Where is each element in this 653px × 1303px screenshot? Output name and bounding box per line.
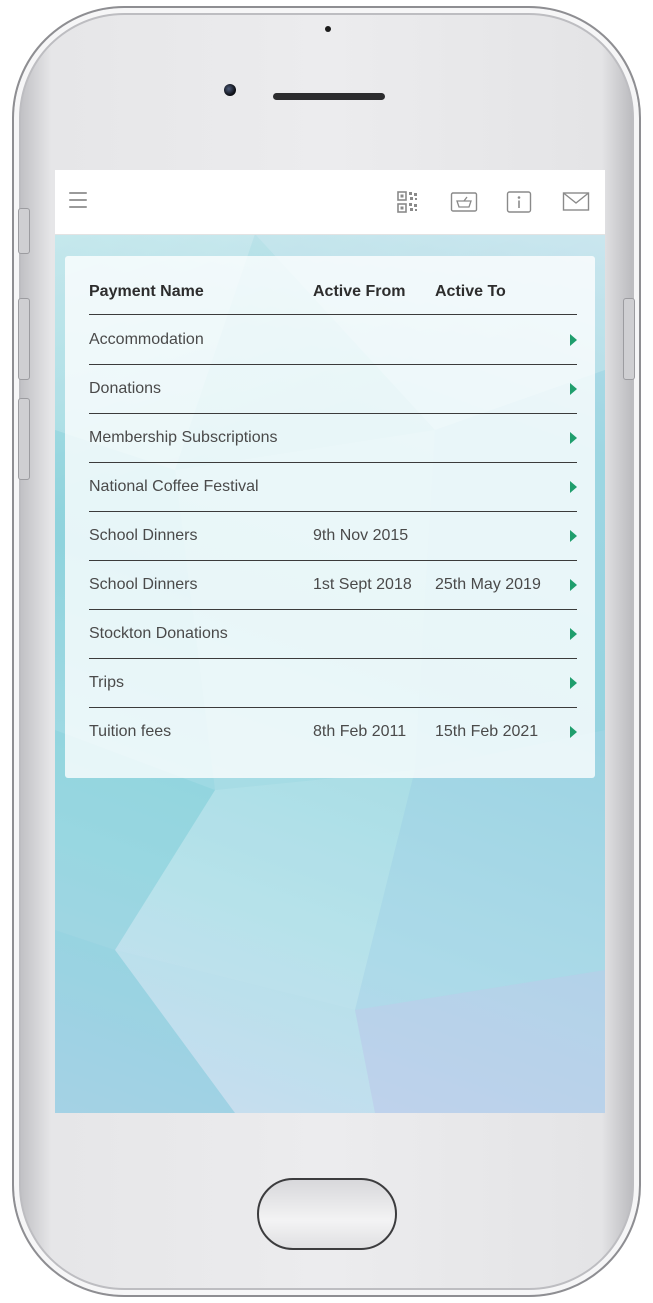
chevron-right-icon[interactable] (570, 383, 577, 395)
payment-name: Trips (89, 674, 124, 691)
payments-card: Payment Name Active From Active To Accom… (65, 256, 595, 778)
active-to: 15th Feb 2021 (435, 723, 539, 740)
payment-name: Stockton Donations (89, 625, 228, 642)
app-screen: Payment Name Active From Active To Accom… (55, 170, 605, 1113)
app-top-bar (55, 170, 605, 235)
table-row[interactable]: Accommodation (89, 316, 577, 365)
proximity-sensor (325, 26, 331, 32)
active-to: 25th May 2019 (435, 576, 541, 593)
active-from: 9th Nov 2015 (313, 527, 409, 544)
chevron-right-icon[interactable] (570, 334, 577, 346)
header-payment-name: Payment Name (89, 283, 204, 300)
active-from: 8th Feb 2011 (313, 723, 407, 740)
basket-icon[interactable] (449, 187, 479, 217)
payment-name: School Dinners (89, 576, 198, 593)
info-icon[interactable] (505, 187, 535, 217)
chevron-right-icon[interactable] (570, 579, 577, 591)
table-row[interactable]: Donations (89, 365, 577, 414)
chevron-right-icon[interactable] (570, 481, 577, 493)
qr-code-icon[interactable] (393, 187, 423, 217)
table-row[interactable]: School Dinners 1st Sept 2018 25th May 20… (89, 561, 577, 610)
home-button[interactable] (257, 1178, 397, 1250)
active-from: 1st Sept 2018 (313, 576, 412, 593)
earpiece-speaker (273, 93, 385, 100)
table-row[interactable]: Trips (89, 659, 577, 708)
chevron-right-icon[interactable] (570, 677, 577, 689)
power-button (623, 298, 635, 380)
table-row[interactable]: National Coffee Festival (89, 463, 577, 512)
payment-name: Donations (89, 380, 162, 397)
table-row[interactable]: Membership Subscriptions (89, 414, 577, 463)
header-active-from: Active From (313, 283, 406, 300)
mail-icon[interactable] (561, 187, 591, 217)
table-header: Payment Name Active From Active To (89, 280, 577, 315)
front-camera (224, 84, 236, 96)
volume-up-button (18, 298, 30, 380)
payment-name: Tuition fees (89, 723, 172, 740)
payment-name: Accommodation (89, 331, 204, 348)
mute-switch (18, 208, 30, 254)
payment-name: Membership Subscriptions (89, 429, 278, 446)
chevron-right-icon[interactable] (570, 628, 577, 640)
table-row[interactable]: Stockton Donations (89, 610, 577, 659)
header-active-to: Active To (435, 283, 506, 300)
hamburger-menu-icon[interactable] (69, 192, 87, 208)
chevron-right-icon[interactable] (570, 432, 577, 444)
chevron-right-icon[interactable] (570, 726, 577, 738)
table-row[interactable]: School Dinners 9th Nov 2015 (89, 512, 577, 561)
payment-name: School Dinners (89, 527, 198, 544)
volume-down-button (18, 398, 30, 480)
payment-name: National Coffee Festival (89, 478, 259, 495)
table-row[interactable]: Tuition fees 8th Feb 2011 15th Feb 2021 (89, 708, 577, 756)
chevron-right-icon[interactable] (570, 530, 577, 542)
